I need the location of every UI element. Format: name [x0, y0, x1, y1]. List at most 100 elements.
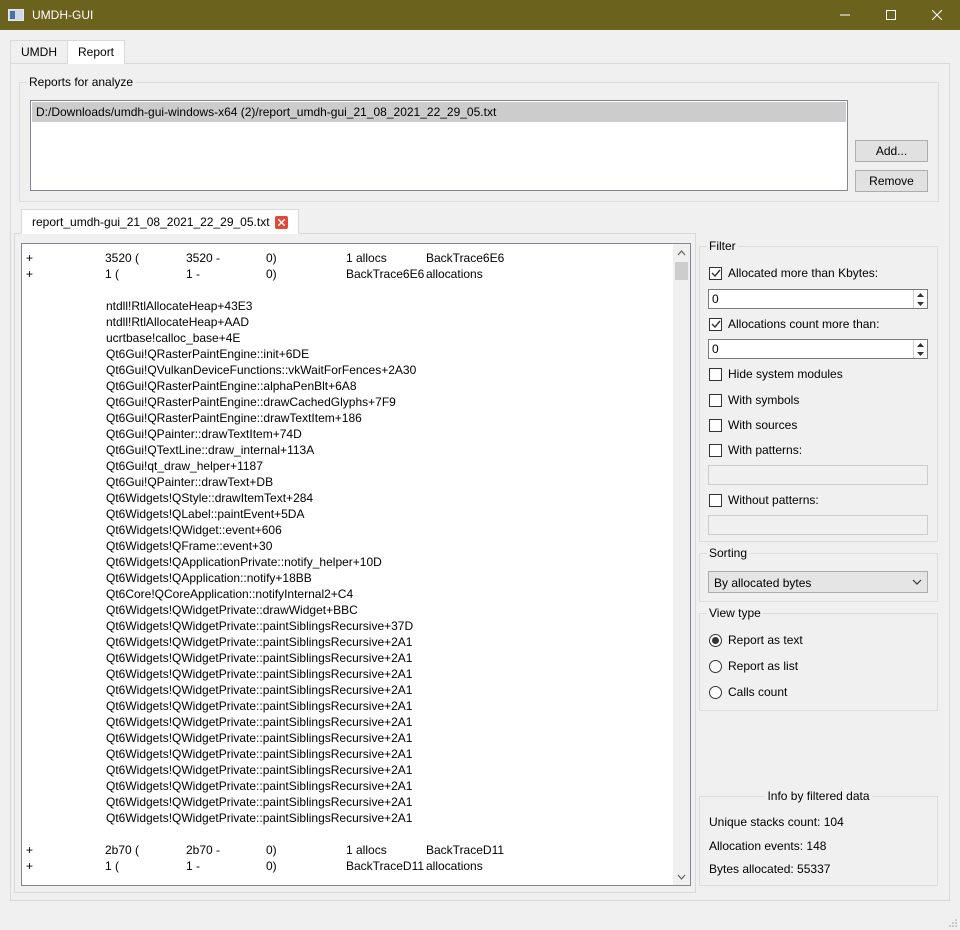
close-icon	[932, 10, 942, 20]
spin-up-icon[interactable]	[914, 290, 927, 299]
without-patterns-input[interactable]	[708, 515, 928, 535]
calls-count-radio[interactable]: Calls count	[709, 684, 787, 700]
stack-frame-line: Qt6Widgets!QApplication::notify+18BB	[22, 570, 672, 586]
spin-up-icon[interactable]	[914, 340, 927, 349]
summary-cell: 0)	[266, 251, 277, 265]
radio-unselected-icon	[709, 659, 722, 673]
radio-label: Report as list	[728, 659, 799, 673]
add-report-button[interactable]: Add...	[855, 140, 928, 162]
chevron-up-icon	[677, 249, 686, 255]
stack-frame-text: Qt6Widgets!QWidgetPrivate::paintSiblings…	[106, 635, 413, 649]
minimize-button[interactable]	[822, 0, 868, 30]
stack-frame-line: ntdll!RtlAllocateHeap+AAD	[22, 314, 672, 330]
summary-cell: allocations	[426, 267, 483, 281]
remove-report-button[interactable]: Remove	[855, 170, 928, 192]
checkbox-checked-icon	[709, 266, 722, 280]
stack-frame-text: Qt6Widgets!QWidgetPrivate::paintSiblings…	[106, 747, 413, 761]
stack-frame-text: Qt6Gui!QVulkanDeviceFunctions::vkWaitFor…	[106, 363, 417, 377]
scroll-thumb[interactable]	[675, 262, 688, 280]
close-tab-icon[interactable]	[274, 215, 288, 229]
list-item[interactable]: D:/Downloads/umdh-gui-windows-x64 (2)/re…	[32, 102, 846, 122]
stack-frame-line: Qt6Widgets!QWidgetPrivate::drawWidget+BB…	[22, 602, 672, 618]
report-as-list-radio[interactable]: Report as list	[709, 658, 798, 674]
spin-down-icon[interactable]	[914, 349, 927, 358]
stack-frame-text: Qt6Widgets!QWidgetPrivate::paintSiblings…	[106, 795, 413, 809]
summary-row: + 1 ( 1 - 0) BackTraceD11 allocations	[22, 858, 672, 874]
radio-selected-icon	[709, 633, 722, 647]
stack-frame-line: Qt6Widgets!QApplicationPrivate::notify_h…	[22, 554, 672, 570]
tab-report[interactable]: Report	[67, 40, 126, 64]
stack-frame-text: Qt6Widgets!QWidgetPrivate::paintSiblings…	[106, 651, 413, 665]
checkbox-unchecked-icon	[709, 493, 722, 507]
scroll-down-arrow[interactable]	[673, 868, 690, 885]
stack-frame-line: ucrtbase!calloc_base+4E	[22, 330, 672, 346]
stack-frame-line: Qt6Widgets!QWidgetPrivate::paintSiblings…	[22, 746, 672, 762]
count-more-checkbox[interactable]: Allocations count more than:	[709, 316, 879, 332]
stack-frame-text: Qt6Gui!QPainter::drawTextItem+74D	[106, 427, 302, 441]
summary-cell: 1 (	[105, 859, 120, 873]
stack-frame-line: Qt6Widgets!QWidgetPrivate::paintSiblings…	[22, 634, 672, 650]
stack-frames: ntdll!RtlAllocateHeap+43E3 ntdll!RtlAlloc…	[22, 298, 672, 826]
without-patterns-checkbox[interactable]: Without patterns:	[709, 492, 819, 508]
maximize-button[interactable]	[868, 0, 914, 30]
stack-frame-line: Qt6Widgets!QWidget::event+606	[22, 522, 672, 538]
stack-frame-text: Qt6Gui!QRasterPaintEngine::drawCachedGly…	[106, 395, 396, 409]
hide-system-modules-checkbox[interactable]: Hide system modules	[709, 366, 843, 382]
allocated-more-checkbox[interactable]: Allocated more than Kbytes:	[709, 265, 878, 281]
summary-cell: 0)	[266, 267, 277, 281]
stack-frame-text: Qt6Widgets!QWidgetPrivate::paintSiblings…	[106, 763, 413, 777]
stack-frame-text: Qt6Widgets!QWidgetPrivate::paintSiblings…	[106, 715, 413, 729]
stack-frame-text: Qt6Gui!QPainter::drawText+DB	[106, 475, 274, 489]
stack-frame-line: Qt6Gui!QPainter::drawTextItem+74D	[22, 426, 672, 442]
expand-marker: +	[26, 843, 34, 857]
unique-stacks-count: Unique stacks count: 104	[709, 815, 844, 829]
report-lines: + 3520 ( 3520 - 0) 1 allocs BackTrace6E6…	[22, 250, 672, 885]
report-text-view[interactable]: + 3520 ( 3520 - 0) 1 allocs BackTrace6E6…	[21, 243, 691, 886]
resize-grip-icon[interactable]	[948, 918, 958, 928]
checkbox-label: Without patterns:	[728, 493, 819, 507]
stack-frame-line: Qt6Widgets!QWidgetPrivate::paintSiblings…	[22, 666, 672, 682]
allocations-count-spinbox[interactable]: 0	[708, 339, 928, 359]
sorting-group-title: Sorting	[707, 546, 750, 560]
close-button[interactable]	[914, 0, 960, 30]
summary-cell: 3520 (	[105, 251, 140, 265]
with-sources-checkbox[interactable]: With sources	[709, 417, 797, 433]
stack-frame-line: Qt6Widgets!QWidgetPrivate::paintSiblings…	[22, 618, 672, 634]
stack-frame-text: Qt6Widgets!QWidgetPrivate::paintSiblings…	[106, 779, 413, 793]
summary-cell: 3520 -	[186, 251, 221, 265]
summary-cell: 0)	[266, 843, 277, 857]
spin-down-icon[interactable]	[914, 299, 927, 308]
scroll-up-arrow[interactable]	[673, 244, 690, 261]
radio-label: Report as text	[728, 633, 803, 647]
vertical-scrollbar[interactable]	[673, 244, 690, 885]
with-symbols-checkbox[interactable]: With symbols	[709, 392, 799, 408]
filter-group-title: Filter	[707, 239, 738, 253]
sorting-combobox[interactable]: By allocated bytes	[708, 571, 928, 593]
summary-cell: BackTrace6E6	[426, 251, 505, 265]
with-patterns-input[interactable]	[708, 465, 928, 485]
stack-frame-text: Qt6Widgets!QWidgetPrivate::paintSiblings…	[106, 811, 413, 825]
stack-frame-line: Qt6Widgets!QWidgetPrivate::paintSiblings…	[22, 714, 672, 730]
stack-frame-line: Qt6Widgets!QFrame::event+30	[22, 538, 672, 554]
tab-report-file[interactable]: report_umdh-gui_21_08_2021_22_29_05.txt	[21, 209, 299, 234]
stack-frame-line: Qt6Widgets!QStyle::drawItemText+284	[22, 490, 672, 506]
radio-unselected-icon	[709, 685, 722, 699]
summary-row: + 1 ( 1 - 0) BackTrace6E6 allocations	[22, 266, 672, 282]
stack-frame-text: Qt6Gui!QRasterPaintEngine::init+6DE	[106, 347, 310, 361]
stack-frame-text: Qt6Widgets!QFrame::event+30	[106, 539, 273, 553]
allocated-kbytes-spinbox[interactable]: 0	[708, 289, 928, 309]
with-patterns-checkbox[interactable]: With patterns:	[709, 442, 802, 458]
spinbox-buttons	[913, 340, 927, 358]
stack-frame-line: Qt6Widgets!QWidgetPrivate::paintSiblings…	[22, 794, 672, 810]
window-controls	[822, 0, 960, 30]
stack-frame-line: Qt6Gui!QRasterPaintEngine::alphaPenBlt+6…	[22, 378, 672, 394]
checkbox-label: Hide system modules	[728, 367, 843, 381]
stack-frame-line: Qt6Gui!QRasterPaintEngine::init+6DE	[22, 346, 672, 362]
stack-frame-text: Qt6Widgets!QWidgetPrivate::paintSiblings…	[106, 731, 413, 745]
stack-frame-line: Qt6Widgets!QWidgetPrivate::paintSiblings…	[22, 650, 672, 666]
allocation-events-count: Allocation events: 148	[709, 839, 827, 853]
reports-list[interactable]: D:/Downloads/umdh-gui-windows-x64 (2)/re…	[30, 100, 848, 191]
tab-umdh[interactable]: UMDH	[10, 40, 68, 64]
report-as-text-radio[interactable]: Report as text	[709, 632, 803, 648]
